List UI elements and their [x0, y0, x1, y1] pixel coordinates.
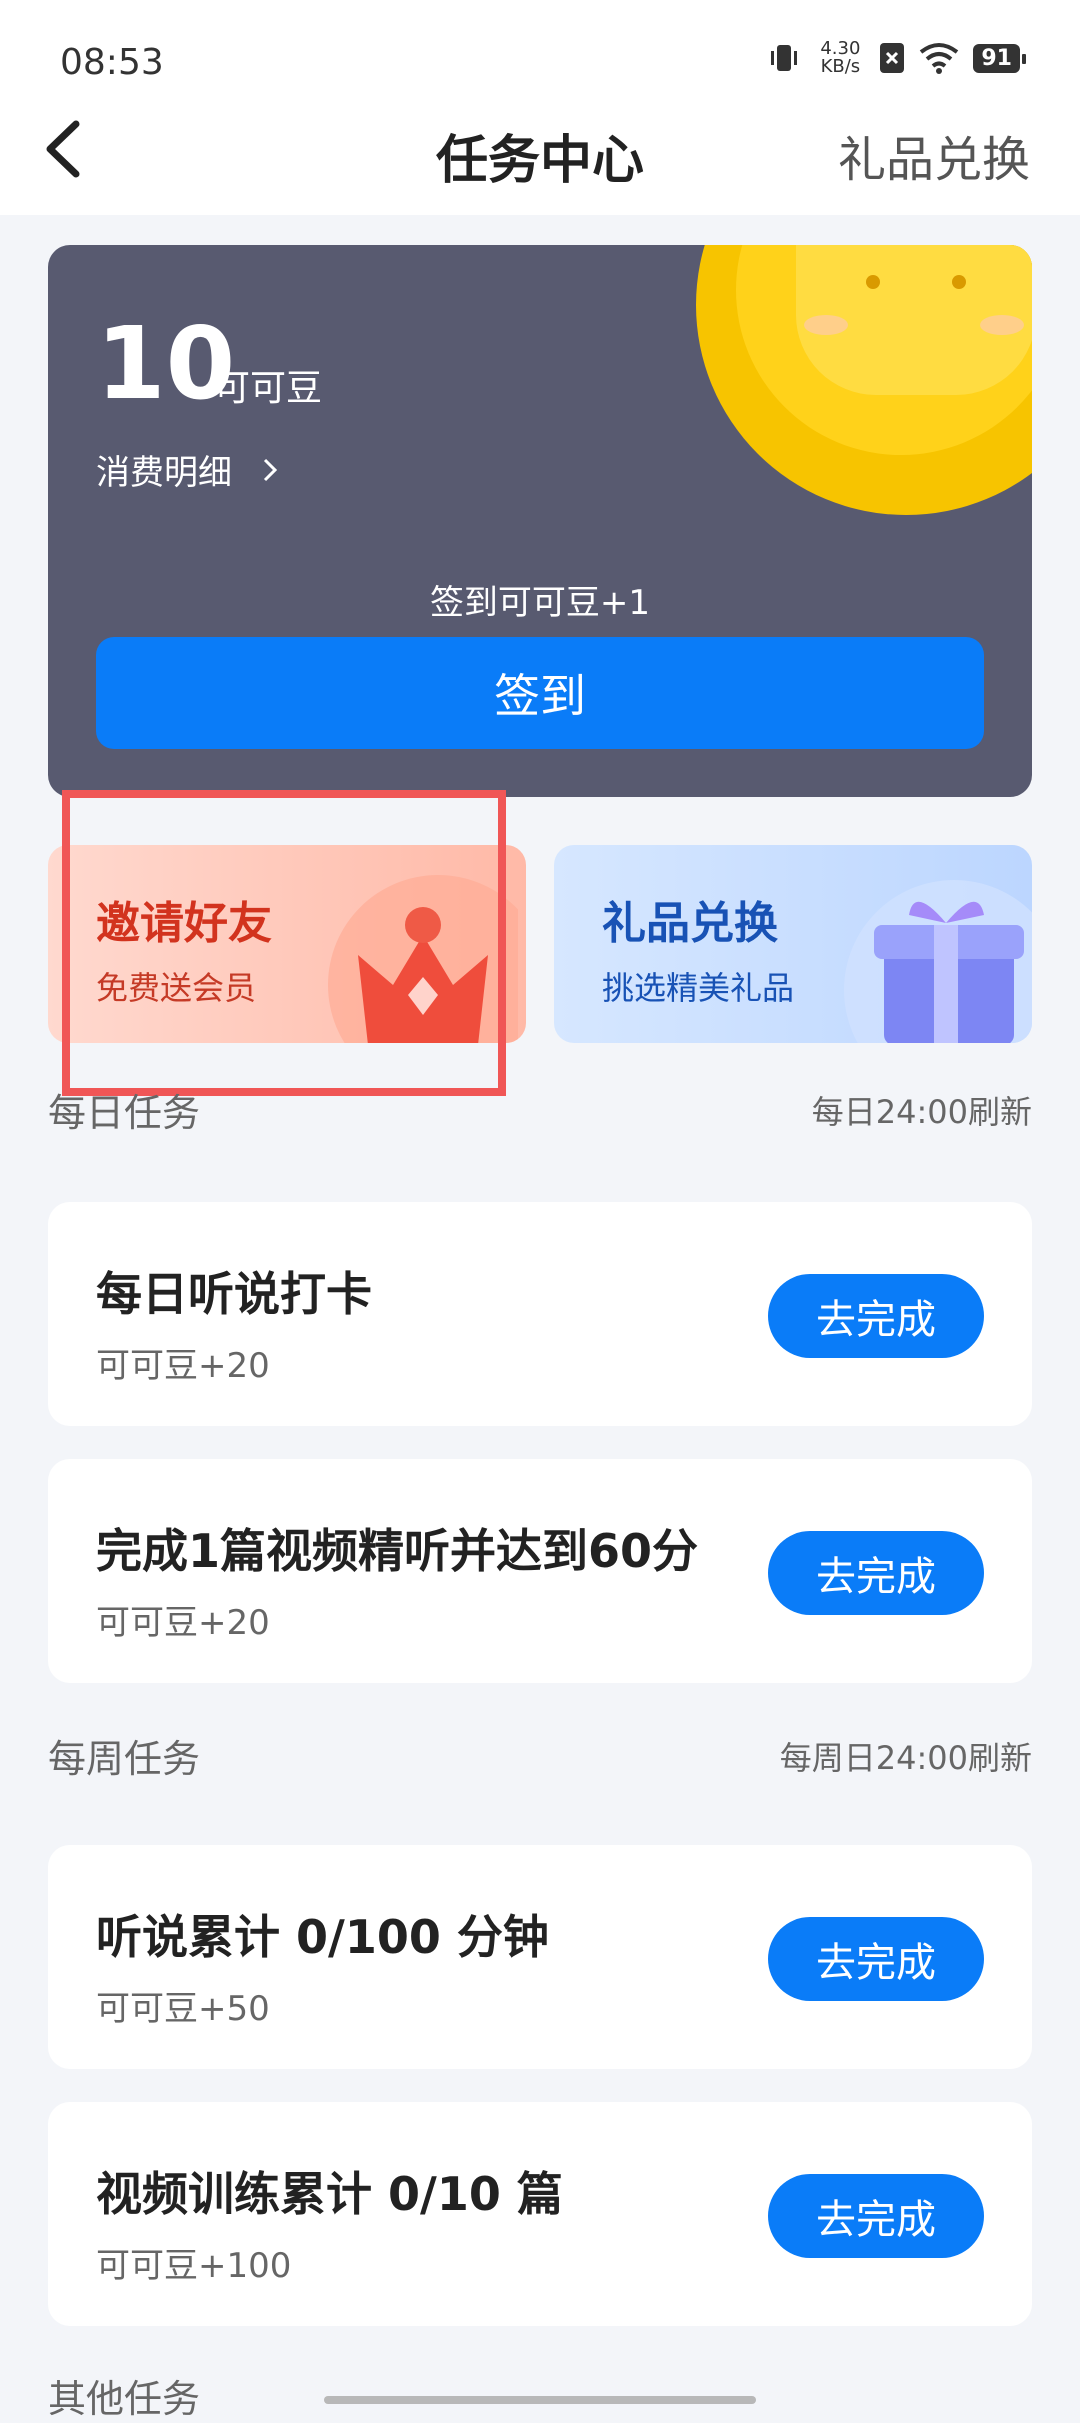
- nav-bar: 任务中心 礼品兑换: [0, 100, 1080, 215]
- daily-section-title: 每日任务: [48, 1091, 201, 1135]
- vibrate-icon: [771, 45, 798, 71]
- daily-section-header: 每日任务 每日24:00刷新: [48, 1082, 1032, 1137]
- coin-balance-card: 10 可可豆 消费明细 签到可可豆+1 签到: [48, 245, 1032, 797]
- task-name: 每日听说打卡: [96, 1267, 372, 1321]
- task-reward: 可可豆+20: [96, 1603, 270, 1643]
- status-time: 08:53: [60, 42, 164, 83]
- highlight-box: [62, 790, 506, 1096]
- home-indicator[interactable]: [324, 2396, 756, 2404]
- wifi-icon: [920, 43, 959, 74]
- task-reward: 可可豆+50: [96, 1989, 270, 2029]
- go-complete-button[interactable]: 去完成: [768, 1917, 984, 2001]
- chevron-right-icon: [263, 458, 278, 481]
- weekly-refresh-note: 每周日24:00刷新: [779, 1738, 1032, 1777]
- task-reward: 可可豆+20: [96, 1346, 270, 1386]
- spending-detail-link[interactable]: 消费明细: [96, 445, 280, 494]
- go-complete-button[interactable]: 去完成: [768, 2174, 984, 2258]
- daily-refresh-note: 每日24:00刷新: [811, 1092, 1032, 1131]
- weekly-section-header: 每周任务 每周日24:00刷新: [48, 1728, 1032, 1783]
- sim-blocked-icon: [880, 43, 905, 73]
- go-complete-button[interactable]: 去完成: [768, 1274, 984, 1358]
- coin-unit: 可可豆: [214, 368, 323, 409]
- weekly-section-title: 每周任务: [48, 1737, 201, 1781]
- task-card: 听说累计 0/100 分钟 可可豆+50 去完成: [48, 1845, 1032, 2069]
- status-icons: 4.30 KB/s 91: [767, 38, 1026, 77]
- task-card: 每日听说打卡 可可豆+20 去完成: [48, 1202, 1032, 1426]
- gift-title: 礼品兑换: [602, 898, 778, 949]
- task-card: 完成1篇视频精听并达到60分 可可豆+20 去完成: [48, 1459, 1032, 1683]
- gift-box-icon: [844, 880, 1032, 1043]
- spending-detail-label: 消费明细: [96, 453, 232, 493]
- gift-exchange-card[interactable]: 礼品兑换 挑选精美礼品: [554, 845, 1032, 1043]
- gift-exchange-link[interactable]: 礼品兑换: [838, 120, 1030, 190]
- go-complete-button[interactable]: 去完成: [768, 1531, 984, 1615]
- task-card: 视频训练累计 0/10 篇 可可豆+100 去完成: [48, 2102, 1032, 2326]
- task-name: 听说累计 0/100 分钟: [96, 1910, 549, 1964]
- task-name: 完成1篇视频精听并达到60分: [96, 1524, 699, 1578]
- task-reward: 可可豆+100: [96, 2246, 292, 2286]
- signin-hint: 签到可可豆+1: [429, 583, 651, 623]
- gift-subtitle: 挑选精美礼品: [602, 969, 795, 1007]
- task-name: 视频训练累计 0/10 篇: [96, 2167, 563, 2221]
- other-section-title: 其他任务: [48, 2377, 201, 2421]
- net-speed: 4.30 KB/s: [820, 38, 861, 77]
- signin-button[interactable]: 签到: [96, 637, 984, 749]
- coin-mascot-icon: [696, 245, 1032, 515]
- battery-indicator: 91: [973, 43, 1026, 73]
